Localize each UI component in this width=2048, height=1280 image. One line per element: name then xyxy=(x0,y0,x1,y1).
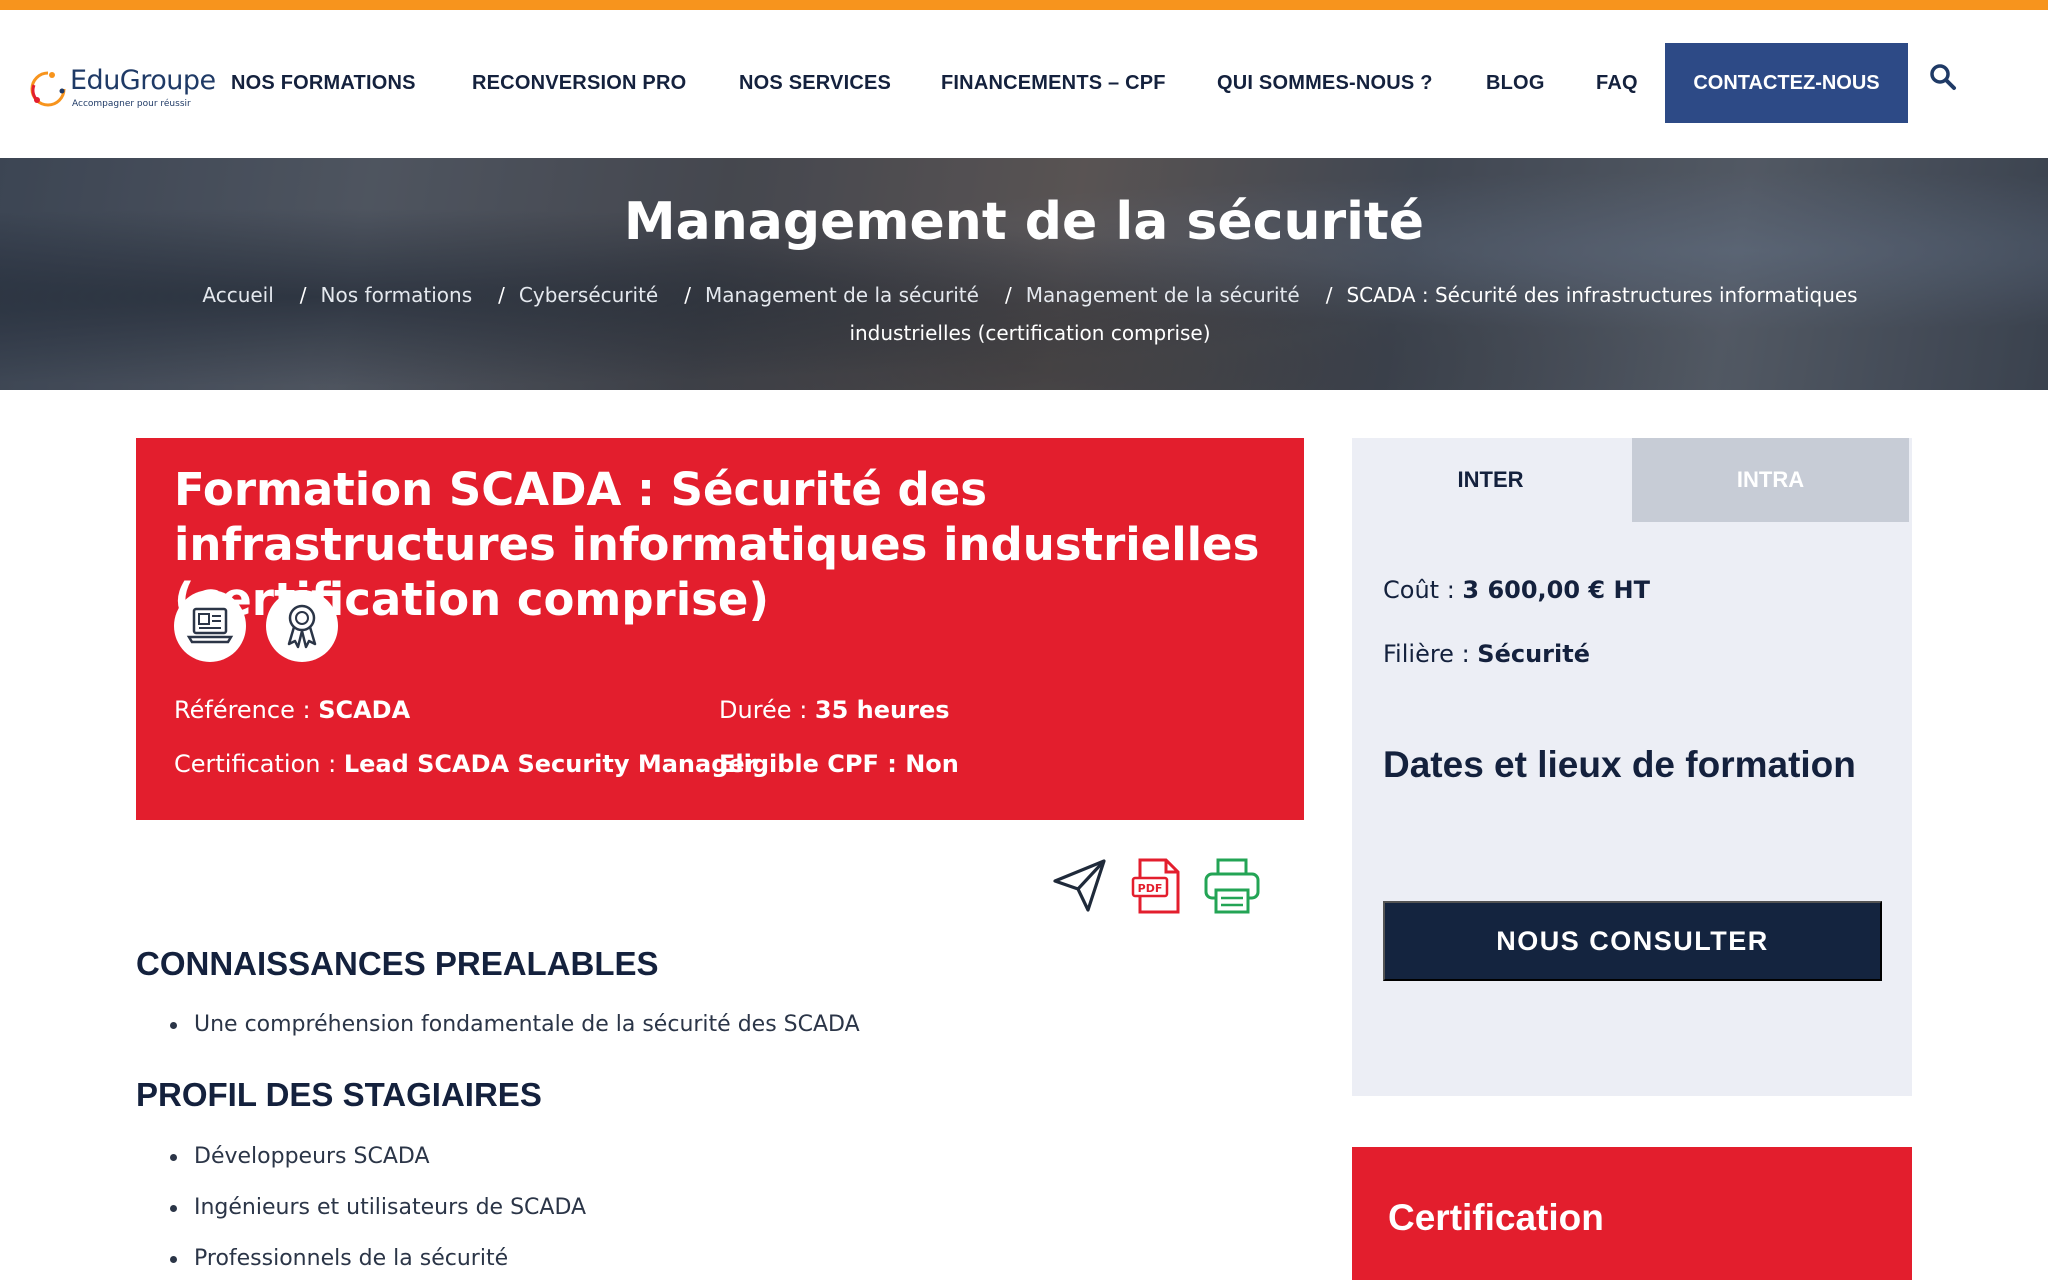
laptop-icon xyxy=(186,607,234,644)
list-item: Une compréhension fondamentale de la séc… xyxy=(166,999,860,1050)
pdf-icon[interactable]: PDF xyxy=(1128,856,1188,916)
filiere-label: Filière : xyxy=(1383,640,1478,668)
duree-value: 35 heures xyxy=(814,696,950,724)
reference-value: SCADA xyxy=(318,696,411,724)
list-item: Développeurs SCADA xyxy=(166,1131,586,1182)
site-header: EduGroupe Accompagner pour réussir NOS F… xyxy=(0,10,2048,158)
certification-ribbon-icon xyxy=(266,590,338,662)
breadcrumb-management-securite[interactable]: Management de la sécurité xyxy=(705,283,979,307)
prerequis-list: Une compréhension fondamentale de la séc… xyxy=(166,999,860,1050)
course-title: Formation SCADA : Sécurité des infrastru… xyxy=(174,463,1260,626)
breadcrumb-separator: / xyxy=(498,283,505,307)
breadcrumb-separator: / xyxy=(684,283,691,307)
print-icon[interactable] xyxy=(1202,856,1262,916)
cpf-value: Non xyxy=(905,750,959,778)
page-title: Management de la sécurité xyxy=(623,192,1425,252)
reference-row: Référence : SCADA xyxy=(174,696,410,724)
tab-intra[interactable]: INTRA xyxy=(1632,438,1909,522)
certification-panel: Certification xyxy=(1352,1147,1912,1280)
cout-label: Coût : xyxy=(1383,576,1463,604)
breadcrumb-current: SCADA : Sécurité des infrastructures inf… xyxy=(849,283,1858,345)
course-summary-card: Formation SCADA : Sécurité des infrastru… xyxy=(136,438,1304,820)
duree-label: Durée : xyxy=(719,696,815,724)
nav-blog[interactable]: BLOG xyxy=(1486,72,1545,95)
cpf-label: Eligible CPF : xyxy=(719,750,906,778)
list-item: Ingénieurs et utilisateurs de SCADA xyxy=(166,1182,586,1233)
nav-nos-formations[interactable]: NOS FORMATIONS xyxy=(231,72,416,95)
prerequis-heading: CONNAISSANCES PREALABLES xyxy=(136,945,659,982)
breadcrumb-separator: / xyxy=(1325,283,1333,307)
list-item: Professionnels de la sécurité xyxy=(166,1233,586,1280)
search-icon[interactable] xyxy=(1928,62,1958,92)
certification-value: Lead SCADA Security Manager xyxy=(343,750,757,778)
svg-text:PDF: PDF xyxy=(1138,882,1163,895)
nav-nos-services[interactable]: NOS SERVICES xyxy=(739,72,891,95)
breadcrumb-cybersecurite[interactable]: Cybersécurité xyxy=(519,283,658,307)
profil-heading: PROFIL DES STAGIAIRES xyxy=(136,1076,542,1113)
reference-label: Référence : xyxy=(174,696,319,724)
nav-reconversion-pro[interactable]: RECONVERSION PRO xyxy=(472,72,686,95)
duree-row: Durée : 35 heures xyxy=(719,696,950,724)
nav-faq[interactable]: FAQ xyxy=(1596,72,1638,95)
tab-inter[interactable]: INTER xyxy=(1352,438,1629,522)
cpf-row: Eligible CPF : Non xyxy=(719,750,959,778)
dates-heading: Dates et lieux de formation xyxy=(1383,744,1856,785)
breadcrumb-accueil[interactable]: Accueil xyxy=(202,283,273,307)
nous-consulter-button[interactable]: NOUS CONSULTER xyxy=(1383,901,1882,981)
certification-label: Certification : xyxy=(174,750,344,778)
filiere-value: Sécurité xyxy=(1477,640,1590,668)
certification-heading: Certification xyxy=(1388,1197,1604,1238)
page-hero: Management de la sécurité Accueil / Nos fo… xyxy=(0,158,2048,390)
ribbon-icon xyxy=(287,604,317,649)
send-icon[interactable] xyxy=(1050,856,1110,916)
filiere-row: Filière : Sécurité xyxy=(1383,640,1590,668)
breadcrumb: Accueil / Nos formations / Cybersécurité / Man… xyxy=(150,276,1910,352)
breadcrumb-separator: / xyxy=(299,283,307,307)
contactez-nous-button[interactable]: CONTACTEZ-NOUS xyxy=(1665,43,1908,123)
breadcrumb-management-securite-2[interactable]: Management de la sécurité xyxy=(1026,283,1300,307)
presentiel-distanciel-icon xyxy=(174,590,246,662)
breadcrumb-nos-formations[interactable]: Nos formations xyxy=(321,283,473,307)
nav-qui-sommes-nous[interactable]: QUI SOMMES-NOUS ? xyxy=(1217,72,1433,95)
breadcrumb-separator: / xyxy=(1004,283,1012,307)
cout-row: Coût : 3 600,00 € HT xyxy=(1383,576,1650,604)
cout-value: 3 600,00 € HT xyxy=(1462,576,1650,604)
pricing-sidebar: INTER INTRA Coût : 3 600,00 € HT Filière… xyxy=(1352,438,1912,1096)
top-accent-strip xyxy=(0,0,2048,10)
nav-financements-cpf[interactable]: FINANCEMENTS – CPF xyxy=(941,72,1166,95)
profil-list: Développeurs SCADA Ingénieurs et utilisa… xyxy=(166,1131,586,1280)
certification-row: Certification : Lead SCADA Security Mana… xyxy=(174,750,757,778)
